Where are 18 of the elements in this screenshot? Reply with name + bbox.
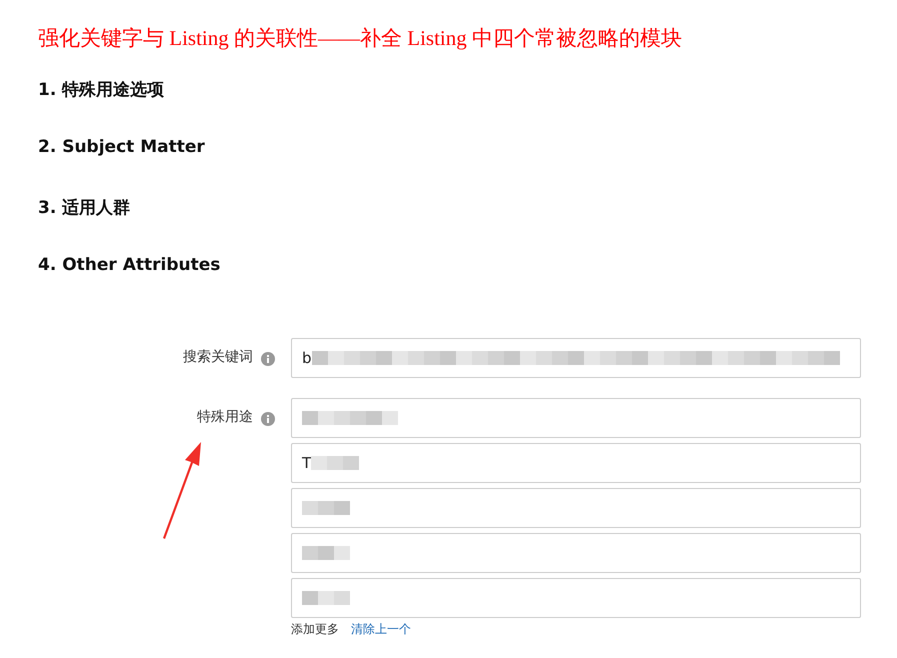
field-label: 特殊用途 [197, 408, 253, 427]
section-heading: 4. Other Attributes [38, 255, 220, 275]
input-field[interactable] [291, 578, 861, 618]
add-more-link[interactable]: 添加更多 [291, 621, 339, 638]
section-heading: 1. 特殊用途选项 [38, 79, 164, 101]
article-heading: 强化关键字与 Listing 的关联性——补全 Listing 中四个常被忽略的模块 [38, 25, 684, 52]
arrow-icon [161, 440, 203, 540]
input-field[interactable] [291, 488, 861, 528]
section-heading: 2. Subject Matter [38, 137, 205, 157]
input-field[interactable]: T [291, 443, 861, 483]
remove-last-link[interactable]: 清除上一个 [351, 621, 411, 638]
input-field[interactable] [291, 398, 861, 438]
input-field[interactable]: b [291, 338, 861, 378]
section-heading: 3. 适用人群 [38, 197, 130, 219]
field-label: 搜索关键词 [183, 348, 253, 367]
input-field[interactable] [291, 533, 861, 573]
info-icon[interactable] [261, 412, 275, 426]
info-icon[interactable] [261, 352, 275, 366]
